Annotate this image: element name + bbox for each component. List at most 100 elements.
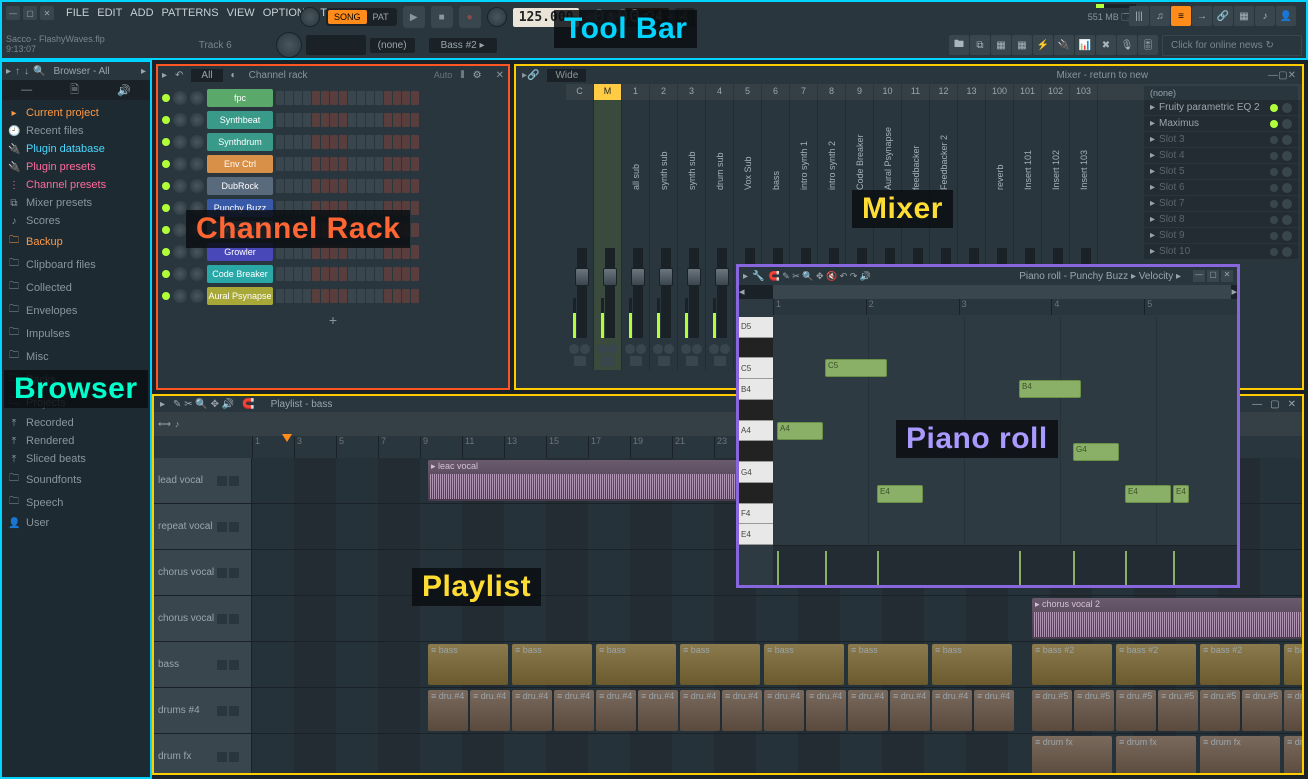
channel-mute-led[interactable] bbox=[162, 94, 170, 102]
step-button[interactable] bbox=[393, 135, 401, 149]
channel-pan-knob[interactable] bbox=[173, 201, 187, 215]
mixer-shortcut-icon[interactable]: → bbox=[1192, 6, 1212, 26]
playhead-cursor[interactable] bbox=[282, 434, 292, 442]
timeline-marker[interactable]: 7 bbox=[378, 436, 420, 458]
clip[interactable]: ≡ bass bbox=[932, 644, 1012, 685]
stereo-knob[interactable] bbox=[692, 344, 702, 354]
track-lane[interactable]: ≡ dru.#4≡ dru.#4≡ dru.#4≡ dru.#4≡ dru.#4… bbox=[252, 688, 1302, 733]
toolbar-tool-2[interactable]: ▦ bbox=[991, 35, 1011, 55]
volume-fader[interactable] bbox=[605, 248, 615, 338]
news-panel[interactable]: Click for online news ↻ bbox=[1162, 35, 1302, 56]
step-button[interactable] bbox=[375, 91, 383, 105]
channel-mute-led[interactable] bbox=[162, 138, 170, 146]
step-button[interactable] bbox=[402, 289, 410, 303]
pr-maximize-icon[interactable]: ▢ bbox=[1207, 270, 1219, 282]
slot-mix-knob[interactable] bbox=[1282, 103, 1292, 113]
step-button[interactable] bbox=[285, 289, 293, 303]
clip[interactable]: ≡ drum fx bbox=[1116, 736, 1196, 773]
mixer-track-header[interactable]: M bbox=[594, 84, 622, 100]
pat-mode-button[interactable]: PAT bbox=[367, 10, 395, 24]
midi-note[interactable]: E4 bbox=[1125, 485, 1171, 503]
slot-mix-knob[interactable] bbox=[1282, 231, 1292, 241]
cr-filter[interactable]: All bbox=[191, 69, 222, 82]
mixer-track-header[interactable]: 4 bbox=[706, 84, 734, 100]
step-button[interactable] bbox=[366, 113, 374, 127]
step-button[interactable] bbox=[357, 289, 365, 303]
mixer-track-header[interactable]: 5 bbox=[734, 84, 762, 100]
cr-swing-knob[interactable]: ◐ bbox=[231, 70, 237, 81]
fx-slot[interactable]: ▸Slot 7 bbox=[1144, 196, 1298, 212]
timeline-marker[interactable]: 21 bbox=[672, 436, 714, 458]
step-button[interactable] bbox=[294, 179, 302, 193]
pr-wrench-icon[interactable]: 🔧 bbox=[752, 271, 764, 282]
main-volume-knob[interactable] bbox=[300, 7, 320, 27]
browser-item-speech[interactable]: 🗀Speech bbox=[2, 491, 150, 514]
channel-vol-knob[interactable] bbox=[190, 135, 204, 149]
clip[interactable]: ≡ drum fx bbox=[1200, 736, 1280, 773]
step-button[interactable] bbox=[276, 267, 284, 281]
slot-mix-knob[interactable] bbox=[1282, 247, 1292, 257]
step-button[interactable] bbox=[339, 135, 347, 149]
piano-roll-shortcut-icon[interactable]: ♫ bbox=[1150, 6, 1170, 26]
clip[interactable]: ≡ dru.#4 bbox=[764, 690, 804, 731]
close-all-icon[interactable]: 👤 bbox=[1276, 6, 1296, 26]
fx-slot[interactable]: ▸Fruity parametric EQ 2 bbox=[1144, 100, 1298, 116]
pan-knob[interactable] bbox=[625, 344, 635, 354]
channel-mute-led[interactable] bbox=[162, 292, 170, 300]
track-lane[interactable]: ≡ drum fx≡ drum fx≡ drum fx≡ drum fx bbox=[252, 734, 1302, 773]
collapse-icon[interactable]: ▸ bbox=[6, 66, 11, 77]
channel-button[interactable]: Synthbeat bbox=[207, 111, 273, 129]
step-button[interactable] bbox=[357, 267, 365, 281]
browser-item-clipboard-files[interactable]: 🗀Clipboard files bbox=[2, 253, 150, 276]
track-mute-icon[interactable] bbox=[217, 522, 227, 532]
plugin-picker-icon[interactable]: ▦ bbox=[1234, 6, 1254, 26]
step-button[interactable] bbox=[276, 289, 284, 303]
browser-item-soundfonts[interactable]: 🗀Soundfonts bbox=[2, 468, 150, 491]
step-button[interactable] bbox=[366, 179, 374, 193]
clip[interactable]: ≡ bass bbox=[428, 644, 508, 685]
velocity-bar[interactable] bbox=[777, 551, 779, 585]
close-icon[interactable]: ✕ bbox=[40, 6, 54, 20]
step-button[interactable] bbox=[294, 91, 302, 105]
browser-item-misc[interactable]: 🗀Misc bbox=[2, 345, 150, 368]
clip[interactable]: ≡ bass bbox=[764, 644, 844, 685]
midi-note[interactable]: E4 bbox=[877, 485, 923, 503]
step-button[interactable] bbox=[312, 157, 320, 171]
step-button[interactable] bbox=[384, 289, 392, 303]
step-button[interactable] bbox=[303, 91, 311, 105]
fx-slot[interactable]: ▸Slot 4 bbox=[1144, 148, 1298, 164]
velocity-bar[interactable] bbox=[1019, 551, 1021, 585]
timeline-marker[interactable]: 5 bbox=[336, 436, 378, 458]
pr-close-icon[interactable]: ✕ bbox=[1221, 270, 1233, 282]
step-button[interactable] bbox=[348, 113, 356, 127]
velocity-lane[interactable] bbox=[773, 545, 1237, 585]
slot-enable-led[interactable] bbox=[1270, 120, 1278, 128]
clip[interactable]: ≡ dru.#5 bbox=[1116, 690, 1156, 731]
channel-vol-knob[interactable] bbox=[190, 113, 204, 127]
browser-item-recorded[interactable]: ⤒Recorded bbox=[2, 414, 150, 432]
fx-slot[interactable]: ▸Slot 6 bbox=[1144, 180, 1298, 196]
toolbar-tool-5[interactable]: 🔌 bbox=[1054, 35, 1074, 55]
slot-mix-knob[interactable] bbox=[1282, 183, 1292, 193]
track-header[interactable]: bass bbox=[154, 642, 252, 687]
stereo-knob[interactable] bbox=[636, 344, 646, 354]
step-button[interactable] bbox=[411, 245, 419, 259]
browser-item-recent-files[interactable]: 🕘Recent files bbox=[2, 122, 150, 140]
cr-auto-label[interactable]: Auto bbox=[434, 70, 453, 80]
step-button[interactable] bbox=[348, 267, 356, 281]
step-button[interactable] bbox=[348, 135, 356, 149]
step-button[interactable] bbox=[303, 135, 311, 149]
slot-enable-led[interactable] bbox=[1270, 216, 1278, 224]
track-mute-icon[interactable] bbox=[217, 752, 227, 762]
clip[interactable]: ▸ chorus vocal 2 bbox=[1032, 598, 1302, 639]
mixer-track-header[interactable]: C bbox=[566, 84, 594, 100]
slot-enable-led[interactable] bbox=[1270, 136, 1278, 144]
mx-link-icon[interactable]: 🔗 bbox=[527, 70, 539, 81]
slot-enable-led[interactable] bbox=[1270, 232, 1278, 240]
clip[interactable]: ≡ dru.#4 bbox=[848, 690, 888, 731]
timeline-marker[interactable]: 15 bbox=[546, 436, 588, 458]
clip[interactable]: ≡ bass bbox=[512, 644, 592, 685]
channel-button[interactable]: Synthdrum bbox=[207, 133, 273, 151]
velocity-bar[interactable] bbox=[1173, 551, 1175, 585]
channel-pan-knob[interactable] bbox=[173, 223, 187, 237]
